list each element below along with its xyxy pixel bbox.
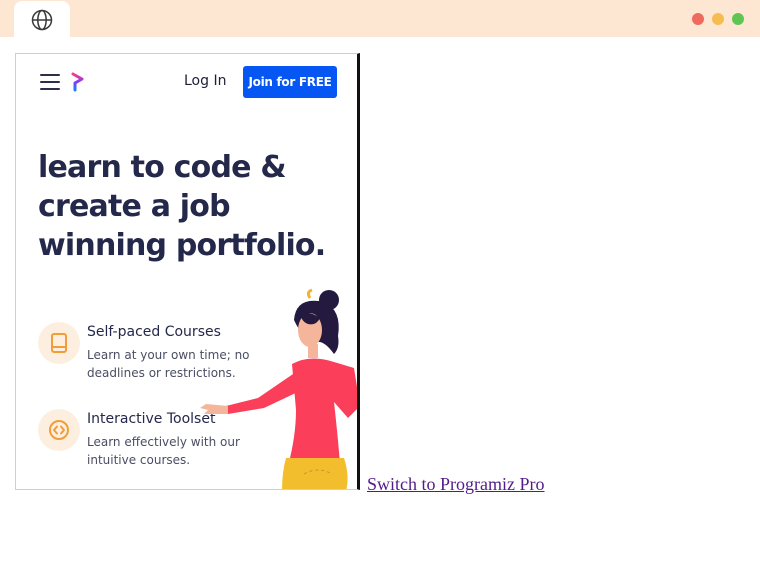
code-icon [49, 420, 69, 440]
hamburger-menu-icon[interactable] [40, 74, 60, 90]
headline-line: learn to code & [38, 150, 287, 185]
browser-top-bar [0, 0, 760, 38]
ad-frame[interactable]: Log In Join for FREE learn to code & cre… [15, 53, 360, 490]
maximize-window-button[interactable] [732, 13, 744, 25]
programiz-logo-icon[interactable] [71, 72, 85, 92]
login-link[interactable]: Log In [184, 73, 226, 89]
headline-line: winning portfolio. [38, 228, 326, 263]
headline-line: create a job [38, 189, 231, 224]
ad-content: Log In Join for FREE learn to code & cre… [16, 54, 357, 489]
switch-to-programiz-pro-link[interactable]: Switch to Programiz Pro [367, 474, 545, 495]
close-window-button[interactable] [692, 13, 704, 25]
headline: learn to code & create a job winning por… [38, 148, 338, 265]
globe-icon [31, 9, 53, 30]
woman-pointing-illustration [200, 288, 357, 489]
minimize-window-button[interactable] [712, 13, 724, 25]
browser-tab[interactable] [14, 1, 70, 38]
join-free-button[interactable]: Join for FREE [243, 66, 337, 98]
feature-icon-circle [38, 409, 80, 451]
feature-icon-circle [38, 322, 80, 364]
book-icon [51, 333, 67, 353]
